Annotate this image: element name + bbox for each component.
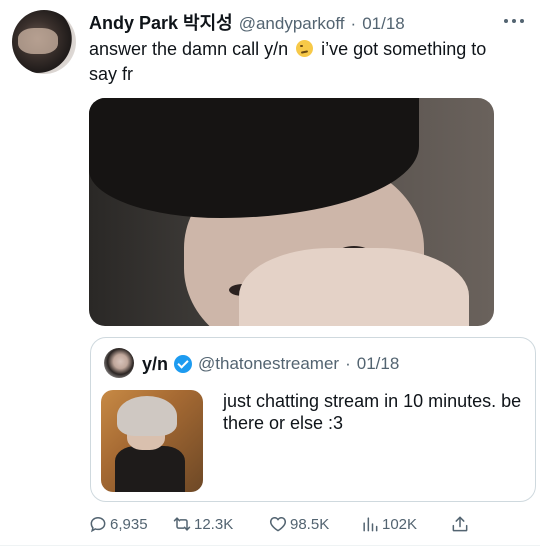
author-handle[interactable]: @andyparkoff	[239, 14, 345, 34]
like-count: 98.5K	[290, 515, 330, 533]
smirking-face-emoji-icon	[296, 40, 314, 57]
analytics-bars-icon	[363, 517, 378, 532]
reply-button[interactable]: 6,935	[88, 512, 148, 536]
separator-dot: ·	[350, 14, 357, 33]
tweet-header: Andy Park 박지성 @andyparkoff · 01/18	[89, 9, 509, 33]
retweet-count: 12.3K	[194, 515, 234, 533]
quoted-tweet-header: y/n @thatonestreamer · 01/18	[142, 352, 399, 376]
author-avatar[interactable]	[12, 10, 76, 74]
reply-count: 6,935	[110, 515, 148, 533]
verified-badge-icon	[174, 355, 193, 373]
quoted-tweet-text: just chatting stream in 10 minutes. be t…	[223, 391, 522, 433]
views-count: 102K	[382, 515, 418, 533]
views-button[interactable]: 102K	[360, 512, 417, 536]
heart-icon	[269, 517, 287, 532]
separator-dot: ·	[345, 354, 351, 373]
tweet-date[interactable]: 01/18	[362, 14, 405, 34]
quoted-author-display-name[interactable]: y/n	[142, 354, 168, 375]
tweet: Andy Park 박지성 @andyparkoff · 01/18 answe…	[0, 0, 540, 546]
like-button[interactable]: 98.5K	[268, 512, 329, 536]
share-icon	[452, 516, 468, 532]
tweet-media-photo[interactable]	[89, 98, 494, 326]
tweet-text: answer the damn call y/n i’ve got someth…	[89, 37, 514, 87]
quoted-author-avatar[interactable]	[104, 348, 134, 378]
author-display-name[interactable]: Andy Park 박지성	[89, 9, 233, 35]
quoted-author-handle[interactable]: @thatonestreamer	[198, 354, 339, 374]
reply-icon	[90, 516, 106, 533]
retweet-icon	[173, 517, 191, 531]
quoted-tweet-date[interactable]: 01/18	[357, 354, 400, 374]
tweet-text-part-1: answer the damn call y/n	[89, 39, 289, 59]
tweet-actions: 6,935 12.3K 98.5K 102K	[88, 512, 488, 536]
retweet-button[interactable]: 12.3K	[172, 512, 233, 536]
more-options-icon[interactable]	[500, 12, 528, 30]
quoted-tweet-photo[interactable]	[101, 390, 203, 492]
share-button[interactable]	[450, 512, 470, 536]
